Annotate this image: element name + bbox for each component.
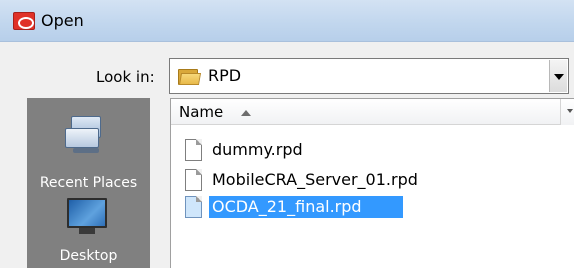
places-bar: Recent Places Desktop — [27, 98, 150, 268]
file-name: MobileCRA_Server_01.rpd — [212, 170, 418, 189]
column-header-label: Name — [179, 103, 224, 121]
column-header-name[interactable]: Name — [171, 99, 561, 125]
desktop-icon — [67, 198, 111, 238]
file-name: OCDA_21_final.rpd — [209, 196, 403, 218]
file-name: dummy.rpd — [212, 140, 303, 159]
look-in-label: Look in: — [96, 68, 155, 86]
file-icon — [185, 196, 202, 218]
file-icon — [185, 139, 202, 161]
dialog-title: Open — [41, 11, 84, 30]
file-row-selected[interactable]: OCDA_21_final.rpd — [181, 194, 571, 220]
chevron-down-icon[interactable] — [549, 60, 567, 92]
oracle-logo-icon — [13, 12, 35, 30]
look-in-dropdown[interactable]: RPD — [169, 58, 569, 94]
look-in-value: RPD — [208, 66, 242, 85]
place-label: Desktop — [59, 248, 118, 264]
file-row[interactable]: MobileCRA_Server_01.rpd — [181, 167, 571, 193]
open-dialog: Open Look in: RPD Recent Places Desktop — [0, 0, 574, 268]
file-list[interactable]: Name dummy.rpd MobileCRA_Server_01.rpd O… — [170, 98, 574, 268]
title-bar[interactable]: Open — [0, 0, 574, 42]
sort-ascending-icon — [241, 110, 251, 116]
file-icon — [185, 169, 202, 191]
column-dropdown-icon[interactable] — [561, 99, 574, 125]
folder-icon — [178, 67, 202, 85]
file-row[interactable]: dummy.rpd — [181, 137, 571, 163]
place-desktop[interactable]: Desktop — [27, 98, 150, 268]
